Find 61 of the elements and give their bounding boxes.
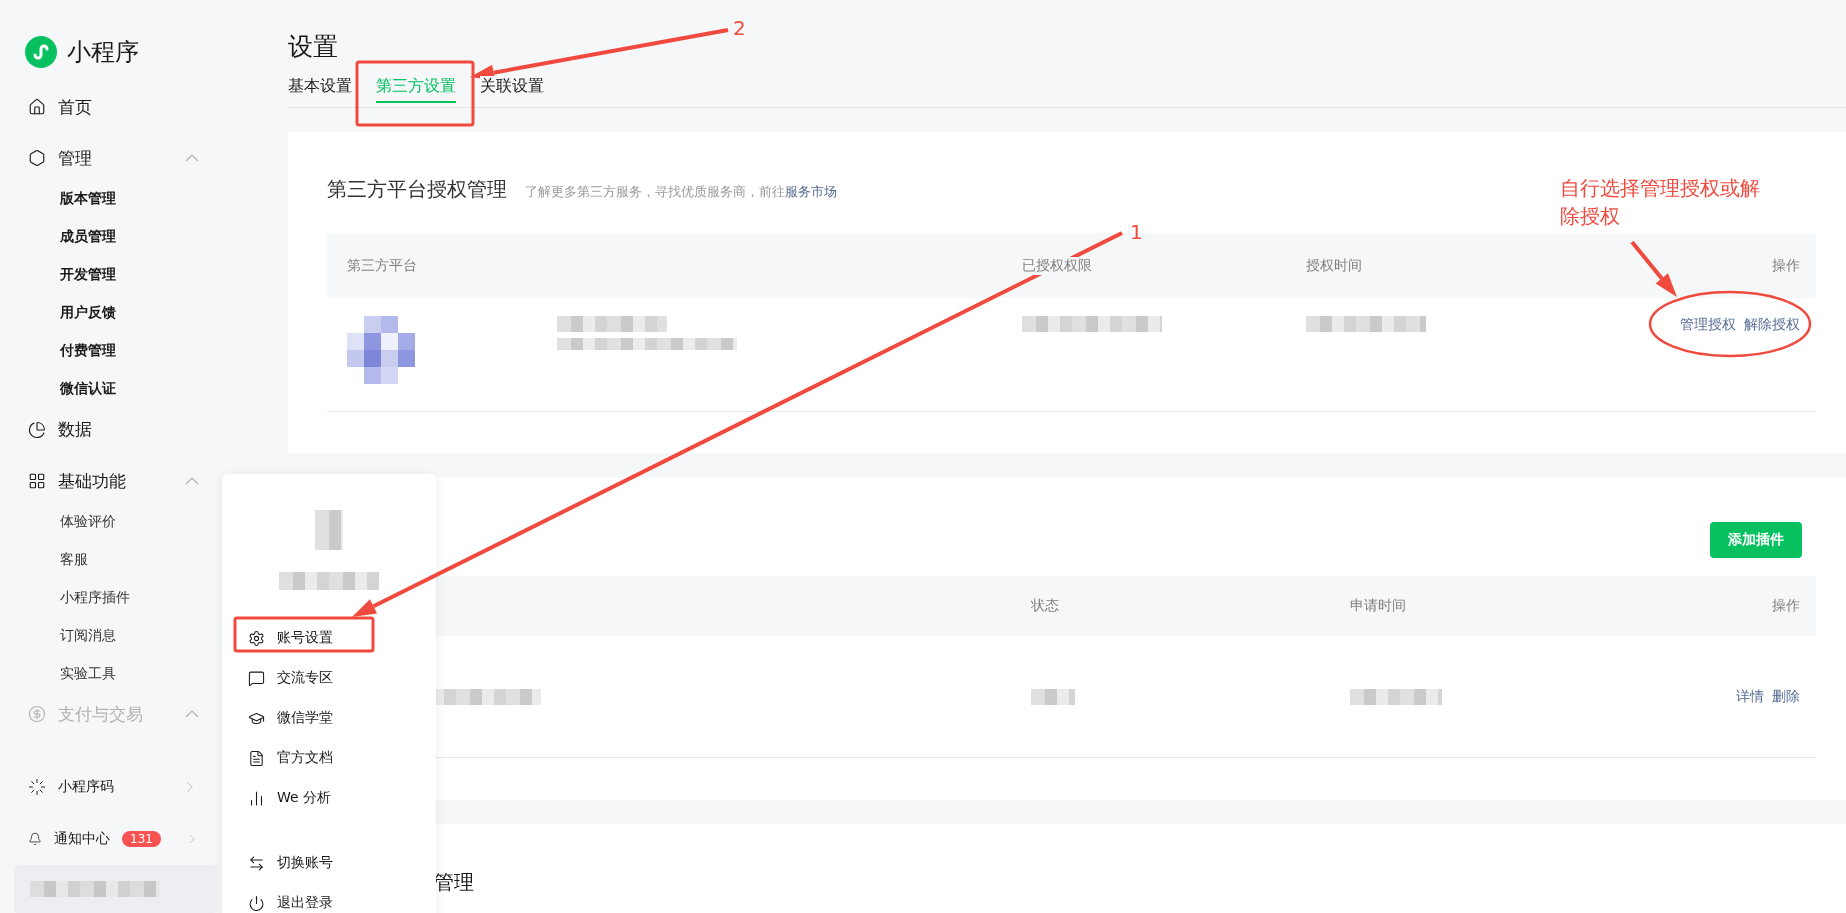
bar-chart-icon bbox=[248, 789, 265, 807]
action-link[interactable]: 详情 bbox=[1736, 687, 1764, 706]
annotation-note: 自行选择管理授权或解除授权 bbox=[1560, 175, 1761, 230]
menu-item[interactable]: We 分析 bbox=[222, 778, 436, 818]
bell-icon bbox=[28, 830, 43, 848]
market-link[interactable]: 服务市场 bbox=[785, 184, 837, 199]
nav-icon bbox=[28, 98, 46, 117]
menu-item[interactable]: 退出登录 bbox=[222, 883, 436, 913]
annotation-arrow bbox=[1630, 240, 1677, 297]
redacted-avatar bbox=[315, 510, 343, 550]
nav-subitem[interactable]: 开发管理 bbox=[0, 256, 260, 295]
annotation-number: 1 bbox=[1130, 219, 1143, 246]
menu-item[interactable]: 切换账号 bbox=[222, 843, 436, 883]
nav-subitem[interactable]: 付费管理 bbox=[0, 332, 260, 371]
card-title: 第三方平台授权管理 bbox=[327, 176, 507, 203]
menu-item[interactable]: 官方文档 bbox=[222, 738, 436, 778]
chat-bubble-icon bbox=[248, 669, 265, 687]
nav-item[interactable]: 小程序码 bbox=[0, 761, 215, 813]
menu-item[interactable]: 交流专区 bbox=[222, 658, 436, 698]
column-header: 已授权权限 bbox=[1022, 256, 1092, 275]
nav-icon bbox=[28, 420, 46, 439]
nav-item[interactable]: 首页 bbox=[0, 85, 215, 129]
nav-icon bbox=[28, 472, 46, 491]
menu-item[interactable]: 账号设置 bbox=[222, 618, 436, 658]
document-icon bbox=[248, 749, 265, 767]
nav-subitem[interactable]: 微信认证 bbox=[0, 370, 260, 409]
column-header: 操作 bbox=[1772, 256, 1800, 275]
action-link[interactable]: 删除 bbox=[1772, 687, 1800, 706]
column-header: 状态 bbox=[1031, 597, 1059, 615]
nav-icon bbox=[28, 705, 46, 724]
card-title: 管理 bbox=[434, 869, 475, 896]
nav-item[interactable]: 通知中心 131 bbox=[0, 813, 215, 865]
nav-label: 通知中心 bbox=[54, 830, 111, 848]
nav-subitem[interactable]: 版本管理 bbox=[0, 180, 260, 219]
nav-item[interactable]: 数据 bbox=[0, 408, 215, 452]
sunburst-icon bbox=[28, 778, 46, 796]
column-header: 授权时间 bbox=[1306, 256, 1362, 275]
nav-icon bbox=[28, 149, 46, 168]
power-icon bbox=[248, 894, 265, 912]
nav-item[interactable]: 管理 bbox=[0, 136, 215, 181]
menu-item[interactable]: 微信学堂 bbox=[222, 698, 436, 738]
nav-label: 小程序码 bbox=[58, 778, 114, 796]
redacted-text bbox=[1031, 688, 1075, 705]
hint-text: 了解更多第三方服务，寻找优质服务商，前往服务市场 bbox=[525, 183, 837, 201]
column-header: 申请时间 bbox=[1350, 597, 1406, 615]
page-title: 设置 bbox=[288, 31, 338, 63]
action-link[interactable]: 管理授权 bbox=[1680, 316, 1736, 334]
swap-arrows-icon bbox=[248, 854, 265, 872]
app-logo-icon bbox=[25, 36, 57, 68]
column-header: 操作 bbox=[1772, 597, 1800, 615]
blurred-logo bbox=[347, 316, 415, 384]
nav-item[interactable]: 基础功能 bbox=[0, 459, 215, 503]
count-badge: 131 bbox=[122, 831, 161, 847]
action-link[interactable]: 解除授权 bbox=[1744, 316, 1800, 334]
account-row[interactable] bbox=[14, 865, 217, 913]
app-name: 小程序 bbox=[67, 37, 139, 68]
settings-icon bbox=[248, 629, 265, 647]
column-header: 第三方平台 bbox=[347, 256, 417, 275]
nav-subitem[interactable]: 用户反馈 bbox=[0, 294, 260, 333]
annotation-number: 2 bbox=[733, 15, 746, 42]
nav-subitem[interactable]: 成员管理 bbox=[0, 218, 260, 257]
